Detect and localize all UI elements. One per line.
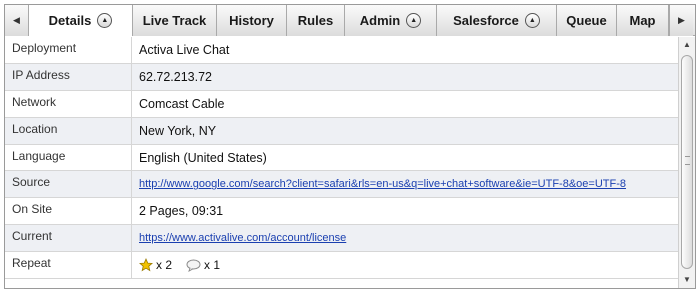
tab-scroll-left-button[interactable]: ◀ xyxy=(5,5,29,36)
table-row-deployment: Deployment Activa Live Chat xyxy=(5,37,678,64)
repeat-visits-count: x 2 xyxy=(156,258,173,273)
table-row-network: Network Comcast Cable xyxy=(5,90,678,118)
details-table: Deployment Activa Live Chat IP Address 6… xyxy=(5,37,678,280)
tab-label: Admin xyxy=(359,13,401,28)
source-link[interactable]: http://www.google.com/search?client=safa… xyxy=(139,178,626,190)
tab-map[interactable]: Map xyxy=(617,5,669,36)
table-row-language: Language English (United States) xyxy=(5,144,678,172)
current-page-link[interactable]: https://www.activalive.com/account/licen… xyxy=(139,232,346,244)
chevron-right-icon: ▶ xyxy=(678,15,685,25)
row-value: 2 Pages, 09:31 xyxy=(139,204,224,219)
row-label: On Site xyxy=(5,198,132,225)
scroll-down-icon[interactable]: ▼ xyxy=(679,272,695,288)
row-label: Current xyxy=(5,225,132,252)
row-label: IP Address xyxy=(5,63,132,90)
table-row-location: Location New York, NY xyxy=(5,117,678,145)
repeat-chats: x 1 xyxy=(186,258,220,272)
row-value: Activa Live Chat xyxy=(139,42,230,57)
tab-scroll-right-button[interactable]: ▶ xyxy=(669,5,693,36)
row-value: https://www.activalive.com/account/licen… xyxy=(132,225,678,251)
repeat-chats-count: x 1 xyxy=(204,258,221,273)
table-row-current: Current https://www.activalive.com/accou… xyxy=(5,225,678,253)
tab-label: Queue xyxy=(566,13,607,28)
vertical-scrollbar[interactable]: ▲ ▼ xyxy=(678,37,695,288)
table-row-ip-address: IP Address 62.72.213.72 xyxy=(5,63,678,91)
tab-label: Details xyxy=(48,13,92,28)
table-row-source: Source http://www.google.com/search?clie… xyxy=(5,171,678,199)
tab-label: Map xyxy=(629,13,656,28)
tab-label: Salesforce xyxy=(453,13,519,28)
row-value: http://www.google.com/search?client=safa… xyxy=(132,171,678,197)
chevron-left-icon: ◀ xyxy=(13,15,20,25)
tab-admin[interactable]: Admin ▲ xyxy=(345,5,437,36)
scroll-up-icon[interactable]: ▲ xyxy=(679,37,695,53)
tab-rules[interactable]: Rules xyxy=(287,5,345,36)
dropdown-icon[interactable]: ▲ xyxy=(97,13,113,28)
dropdown-icon[interactable]: ▲ xyxy=(524,13,540,28)
tab-salesforce[interactable]: Salesforce ▲ xyxy=(437,5,557,36)
row-value: Comcast Cable xyxy=(139,96,225,111)
tab-history[interactable]: History xyxy=(217,5,287,36)
tab-live-track[interactable]: Live Track xyxy=(133,5,217,36)
row-label: Network xyxy=(5,90,132,117)
tab-label: Live Track xyxy=(142,13,207,28)
row-label: Repeat xyxy=(5,252,132,279)
star-icon xyxy=(139,258,153,272)
table-row-repeat: Repeat x 2 x 1 xyxy=(5,252,678,280)
visitor-details-panel: ◀ Details ▲ Live Track History Rules Adm… xyxy=(4,4,696,289)
grip-icon xyxy=(685,156,690,165)
row-value: New York, NY xyxy=(139,123,217,138)
dropdown-icon[interactable]: ▲ xyxy=(406,13,422,28)
tab-bar: ◀ Details ▲ Live Track History Rules Adm… xyxy=(5,5,695,36)
scrollbar-thumb[interactable] xyxy=(681,55,693,269)
row-value: 62.72.213.72 xyxy=(139,69,212,84)
row-label: Language xyxy=(5,144,132,171)
row-label: Deployment xyxy=(5,37,132,63)
tab-label: Rules xyxy=(297,13,334,28)
row-label: Source xyxy=(5,171,132,198)
tab-queue[interactable]: Queue xyxy=(557,5,617,36)
tab-label: History xyxy=(229,13,274,28)
row-value: x 2 x 1 xyxy=(132,252,678,278)
table-row-on-site: On Site 2 Pages, 09:31 xyxy=(5,198,678,226)
tab-details[interactable]: Details ▲ xyxy=(29,5,133,36)
chat-bubble-icon xyxy=(186,259,201,272)
row-label: Location xyxy=(5,117,132,144)
repeat-visits: x 2 xyxy=(139,258,172,272)
row-value: English (United States) xyxy=(139,150,267,165)
